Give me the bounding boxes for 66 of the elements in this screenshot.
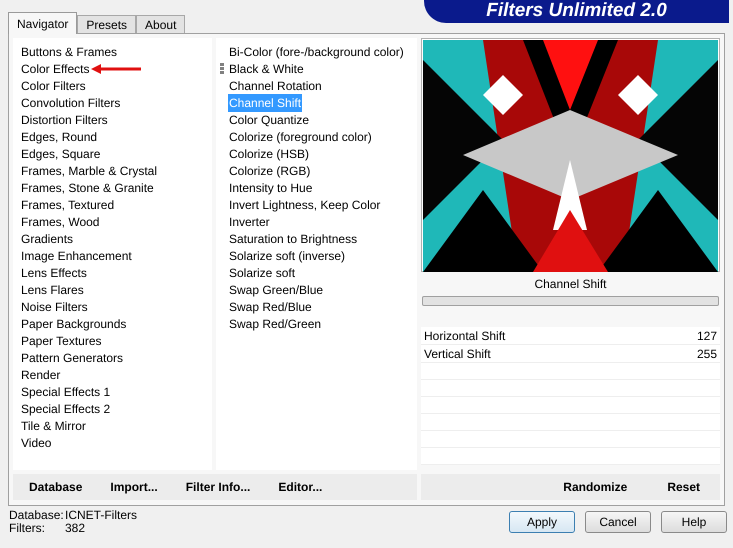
category-item[interactable]: Render bbox=[21, 366, 60, 384]
category-item[interactable]: Edges, Round bbox=[21, 128, 98, 146]
toolbar-button[interactable]: Database bbox=[29, 478, 82, 496]
parameter-value: 127 bbox=[696, 328, 717, 344]
filter-item[interactable]: Channel Rotation bbox=[228, 76, 323, 94]
parameter-name: Vertical Shift bbox=[424, 346, 491, 362]
category-item[interactable]: Special Effects 1 bbox=[21, 382, 110, 400]
filter-item[interactable]: Swap Red/Green bbox=[228, 314, 322, 332]
filter-item[interactable]: Solarize soft bbox=[228, 264, 296, 282]
tab[interactable]: Navigator bbox=[8, 12, 78, 34]
tab[interactable]: About bbox=[136, 15, 186, 33]
category-item[interactable]: Paper Backgrounds bbox=[21, 314, 126, 332]
toolbar-button[interactable]: Reset bbox=[667, 478, 700, 496]
category-item[interactable]: Frames, Textured bbox=[21, 196, 114, 214]
status-value: 382 bbox=[65, 522, 86, 535]
category-item[interactable]: Edges, Square bbox=[21, 144, 100, 162]
category-item[interactable]: Lens Effects bbox=[21, 264, 87, 282]
filter-item[interactable]: Swap Green/Blue bbox=[228, 280, 324, 298]
toolbar-button[interactable]: Import... bbox=[110, 478, 158, 496]
preview-caption: Channel Shift bbox=[534, 276, 607, 293]
dialog-button[interactable]: Help bbox=[661, 511, 727, 533]
category-item[interactable]: Buttons & Frames bbox=[21, 42, 118, 60]
toolbar-button[interactable]: Filter Info... bbox=[186, 478, 250, 496]
filter-item[interactable]: Intensity to Hue bbox=[228, 178, 314, 196]
filter-item[interactable]: Invert Lightness, Keep Color bbox=[228, 196, 382, 214]
category-item[interactable]: Frames, Wood bbox=[21, 212, 100, 230]
status-value: ICNET-Filters bbox=[65, 509, 137, 522]
category-item[interactable]: Pattern Generators bbox=[21, 348, 124, 366]
filter-item[interactable]: Colorize (HSB) bbox=[228, 144, 310, 162]
category-item[interactable]: Tile & Mirror bbox=[21, 416, 86, 434]
filter-item[interactable]: Swap Red/Blue bbox=[228, 298, 313, 316]
filter-item[interactable]: Saturation to Brightness bbox=[228, 230, 358, 248]
title-banner: Filters Unlimited 2.0 bbox=[424, 0, 729, 23]
toolbar-button[interactable]: Randomize bbox=[563, 478, 628, 496]
toolbar-button[interactable]: Editor... bbox=[278, 478, 322, 496]
category-item[interactable]: Gradients bbox=[21, 230, 74, 248]
parameter-name: Horizontal Shift bbox=[424, 328, 506, 344]
filter-item[interactable]: Colorize (RGB) bbox=[228, 162, 312, 180]
category-item[interactable]: Image Enhancement bbox=[21, 246, 132, 264]
tab[interactable]: Presets bbox=[77, 15, 136, 33]
filter-item[interactable]: Solarize soft (inverse) bbox=[228, 246, 346, 264]
category-item[interactable]: Video bbox=[21, 434, 52, 452]
category-item[interactable]: Paper Textures bbox=[21, 332, 102, 350]
category-item[interactable]: Frames, Stone & Granite bbox=[21, 178, 154, 196]
category-item[interactable]: Convolution Filters bbox=[21, 94, 120, 112]
filter-item[interactable]: Colorize (foreground color) bbox=[228, 128, 373, 146]
splitter-bar[interactable] bbox=[422, 296, 719, 306]
category-item[interactable]: Color Filters bbox=[21, 76, 86, 94]
dialog-button[interactable]: Apply bbox=[509, 511, 575, 533]
category-item[interactable]: Frames, Marble & Crystal bbox=[21, 162, 158, 180]
category-item[interactable]: Lens Flares bbox=[21, 280, 84, 298]
parameter-row[interactable]: Horizontal Shift 127 bbox=[421, 327, 720, 345]
category-item[interactable]: Noise Filters bbox=[21, 298, 88, 316]
status-label: Filters: bbox=[9, 522, 46, 535]
parameter-value: 255 bbox=[696, 346, 717, 362]
status-label: Database: bbox=[9, 509, 65, 522]
category-item[interactable]: Distortion Filters bbox=[21, 110, 108, 128]
filter-item[interactable]: Black & White bbox=[228, 60, 305, 78]
arrow-icon bbox=[91, 64, 142, 74]
filter-item[interactable]: Bi-Color (fore-/background color) bbox=[228, 42, 405, 60]
category-item[interactable]: Special Effects 2 bbox=[21, 400, 110, 418]
category-item[interactable]: Color Effects bbox=[21, 60, 90, 78]
parameter-row[interactable]: Vertical Shift 255 bbox=[421, 345, 720, 363]
dialog-button[interactable]: Cancel bbox=[585, 511, 651, 533]
filter-item[interactable]: Color Quantize bbox=[228, 110, 310, 128]
filter-item[interactable]: Inverter bbox=[228, 212, 271, 230]
